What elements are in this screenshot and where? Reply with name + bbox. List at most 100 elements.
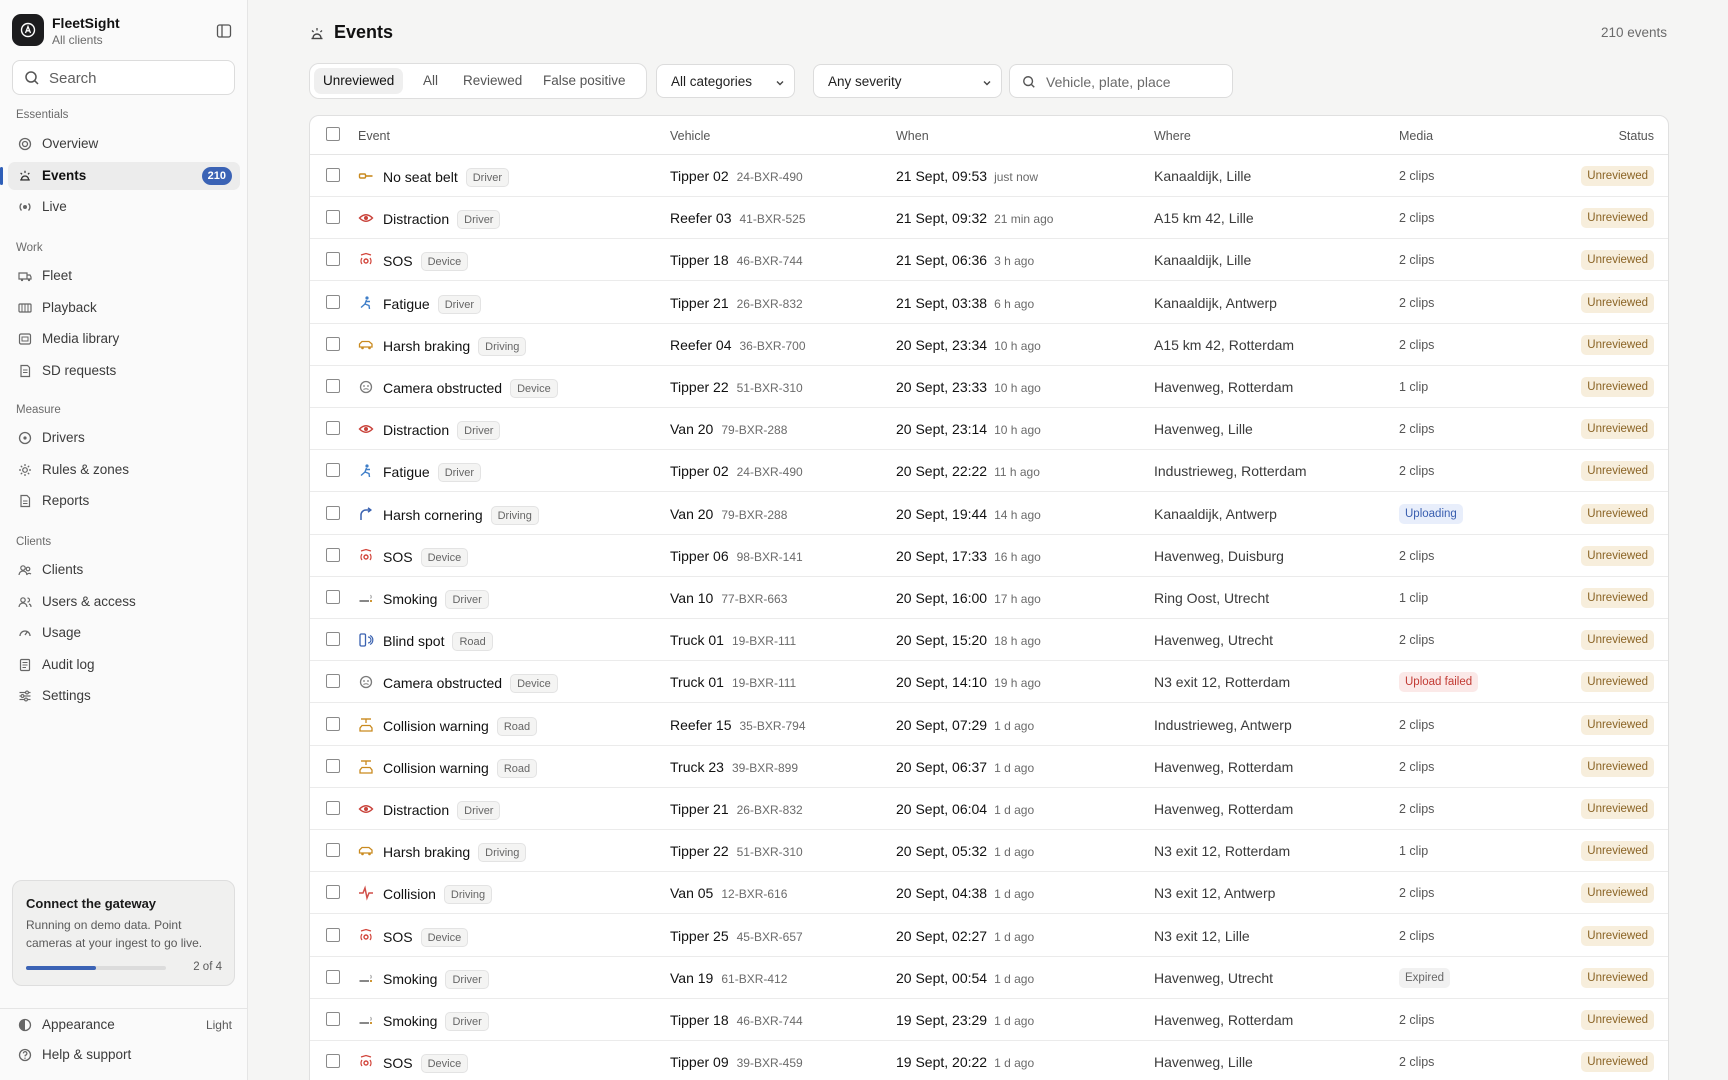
category-select[interactable]: All categories: [656, 64, 795, 98]
table-row[interactable]: Camera obstructed Device Tipper 22 51-BXR-3…: [310, 366, 1668, 408]
sidebar-item-reports[interactable]: Reports: [8, 487, 240, 515]
event-time: 20 Sept, 06:04: [896, 801, 988, 817]
sidebar-item-clients[interactable]: Clients: [8, 556, 240, 584]
table-row[interactable]: Fatigue Driver Tipper 02 24-BXR-490 20 Sept,…: [310, 450, 1668, 493]
event-time: 19 Sept, 23:29: [896, 1012, 988, 1028]
tab-reviewed[interactable]: Reviewed: [454, 68, 531, 94]
sidebar-item-live[interactable]: Live: [8, 193, 240, 221]
table-row[interactable]: Collision Driving Van 05 12-BXR-616 20 Sept,…: [310, 872, 1668, 915]
row-checkbox[interactable]: [326, 210, 340, 225]
media-count: 2 clips: [1399, 1055, 1435, 1070]
table-row[interactable]: SOS Device Tipper 25 45-BXR-657 20 Sept, 02:…: [310, 915, 1668, 957]
tab-false-positive[interactable]: False positive: [534, 68, 635, 94]
table-row[interactable]: Fatigue Driver Tipper 21 26-BXR-832 21 Sept,…: [310, 282, 1668, 324]
row-checkbox[interactable]: [326, 421, 340, 436]
table-row[interactable]: Distraction Driver Tipper 21 26-BXR-832 20 S…: [310, 788, 1668, 830]
row-checkbox[interactable]: [326, 463, 340, 478]
sidebar-item-usage[interactable]: Usage: [8, 619, 240, 647]
status-badge: Unreviewed: [1581, 419, 1654, 440]
row-checkbox[interactable]: [326, 379, 340, 393]
table-row[interactable]: SOS Device Tipper 18 46-BXR-744 21 Sept, 06:…: [310, 239, 1668, 282]
row-checkbox[interactable]: [326, 252, 340, 267]
media-count: 2 clips: [1399, 295, 1435, 310]
status-badge: Unreviewed: [1581, 503, 1654, 524]
severity-select[interactable]: Any severity: [813, 64, 1002, 98]
row-checkbox[interactable]: [326, 716, 340, 731]
sidebar-item-fleet[interactable]: Fleet: [8, 262, 240, 290]
sidebar-item-overview[interactable]: Overview: [8, 130, 240, 158]
table-row[interactable]: Harsh braking Driving Tipper 22 51-BXR-310 2…: [310, 830, 1668, 873]
row-checkbox[interactable]: [326, 632, 340, 647]
status-badge: Unreviewed: [1581, 1010, 1654, 1030]
appearance-toggle[interactable]: Appearance Light: [8, 1011, 240, 1039]
sidebar-item-sd-requests[interactable]: SD requests: [8, 357, 240, 385]
row-checkbox[interactable]: [326, 758, 340, 773]
gateway-card[interactable]: Connect the gateway Running on demo data…: [12, 880, 235, 986]
row-checkbox[interactable]: [326, 336, 340, 351]
sidebar-item-label: Live: [42, 199, 67, 215]
table-row[interactable]: SOS Device Tipper 06 98-BXR-141 20 Sept, 17:…: [310, 535, 1668, 577]
event-name: Harsh cornering: [383, 506, 483, 523]
table-row[interactable]: Camera obstructed Device Truck 01 19-BXR-11…: [310, 661, 1668, 704]
sidebar-item-users-access[interactable]: Users & access: [8, 588, 240, 616]
row-checkbox[interactable]: [326, 1054, 340, 1069]
event-cell: No seat belt Driver: [383, 168, 510, 187]
row-checkbox[interactable]: [326, 843, 340, 858]
column-when[interactable]: When: [896, 129, 929, 143]
sidebar-item-settings[interactable]: Settings: [8, 682, 240, 710]
sidebar-collapse-icon[interactable]: [214, 21, 234, 41]
table-row[interactable]: Collision warning Road Reefer 15 35-BXR-794…: [310, 704, 1668, 746]
vehicle-name: Reefer 03: [670, 210, 732, 227]
sidebar-item-rules-zones[interactable]: Rules & zones: [8, 456, 240, 484]
row-checkbox[interactable]: [326, 674, 340, 689]
row-checkbox[interactable]: [326, 885, 340, 900]
column-where[interactable]: Where: [1154, 129, 1191, 143]
tab-unreviewed[interactable]: Unreviewed: [314, 68, 404, 94]
row-checkbox[interactable]: [326, 801, 340, 815]
sidebar-item-media-library[interactable]: Media library: [8, 325, 240, 353]
sidebar-item-audit-log[interactable]: Audit log: [8, 651, 240, 679]
row-checkbox[interactable]: [326, 969, 340, 984]
table-row[interactable]: Collision warning Road Truck 23 39-BXR-899 2…: [310, 746, 1668, 788]
status-badge: Unreviewed: [1581, 334, 1654, 355]
table-row[interactable]: Distraction Driver Reefer 03 41-BXR-525 21 S…: [310, 197, 1668, 240]
column-media[interactable]: Media: [1399, 129, 1433, 143]
help-support-link[interactable]: Help & support: [8, 1041, 240, 1069]
event-cell: SOS Device: [383, 547, 469, 567]
sidebar-item-drivers[interactable]: Drivers: [8, 424, 240, 452]
table-row[interactable]: Smoking Driver Tipper 18 46-BXR-744 19 Sept,…: [310, 999, 1668, 1041]
table-row[interactable]: No seat belt Driver Tipper 02 24-BXR-490 21 …: [310, 155, 1668, 197]
sidebar-item-events[interactable]: Events 210: [0, 161, 240, 190]
brand[interactable]: FleetSight All clients: [12, 14, 236, 48]
select-all-checkbox[interactable]: [326, 127, 340, 141]
vehicle-name: Tipper 06: [670, 547, 729, 564]
row-checkbox[interactable]: [326, 505, 340, 520]
row-checkbox[interactable]: [326, 168, 340, 182]
column-vehicle[interactable]: Vehicle: [670, 129, 710, 143]
table-row[interactable]: Distraction Driver Van 20 79-BXR-288 20 Sept…: [310, 408, 1668, 451]
column-event[interactable]: Event: [358, 129, 390, 143]
when-cell: 20 Sept, 19:44 14 h ago: [896, 506, 1041, 522]
tab-all[interactable]: All: [414, 68, 447, 94]
row-checkbox[interactable]: [326, 294, 340, 309]
sidebar-search-input[interactable]: Search: [12, 60, 235, 95]
table-row[interactable]: Smoking Driver Van 10 77-BXR-663 20 Sept, 16…: [310, 577, 1668, 619]
row-checkbox[interactable]: [326, 1012, 340, 1026]
table-row[interactable]: Smoking Driver Van 19 61-BXR-412 20 Sept, 00…: [310, 957, 1668, 999]
row-checkbox[interactable]: [326, 590, 340, 604]
event-name: SOS: [383, 253, 413, 270]
event-search-input[interactable]: Vehicle, plate, place: [1009, 64, 1233, 98]
truck-icon: [18, 269, 32, 283]
column-status[interactable]: Status: [1619, 129, 1654, 143]
table-row[interactable]: Harsh braking Driving Reefer 04 36-BXR-700 2…: [310, 324, 1668, 366]
row-checkbox[interactable]: [326, 927, 340, 942]
table-row[interactable]: Blind spot Road Truck 01 19-BXR-111 20 Sept,…: [310, 619, 1668, 662]
media-count: 2 clips: [1399, 211, 1435, 226]
table-row[interactable]: SOS Device Tipper 09 39-BXR-459 19 Sept, 20:…: [310, 1041, 1668, 1080]
event-relative-time: 11 h ago: [994, 465, 1040, 480]
table-row[interactable]: Harsh cornering Driving Van 20 79-BXR-288 20…: [310, 493, 1668, 535]
row-checkbox[interactable]: [326, 547, 340, 562]
sidebar-item-playback[interactable]: Playback: [8, 294, 240, 322]
when-cell: 20 Sept, 06:04 1 d ago: [896, 801, 1034, 817]
sidebar-item-label: Settings: [42, 688, 91, 704]
